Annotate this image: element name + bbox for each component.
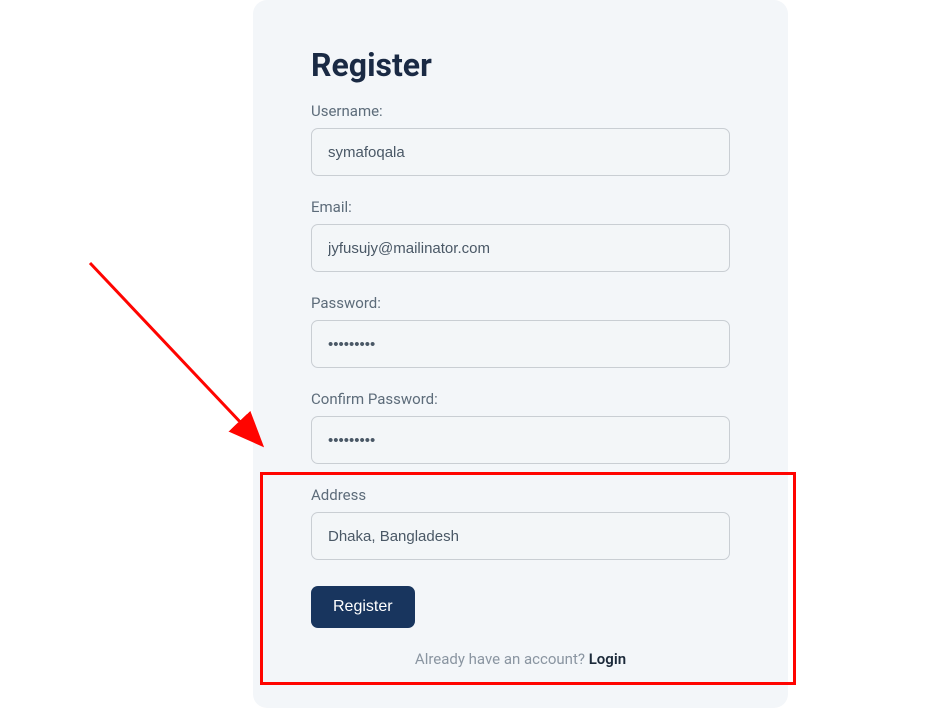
password-input[interactable] [311,320,730,368]
email-label: Email: [311,198,730,216]
register-button[interactable]: Register [311,586,415,628]
footer-text: Already have an account? Login [311,650,730,668]
confirm-password-label: Confirm Password: [311,390,730,408]
email-input[interactable] [311,224,730,272]
confirm-password-group: Confirm Password: [311,390,730,464]
address-input[interactable] [311,512,730,560]
annotation-arrow [80,253,280,463]
address-label: Address [311,486,730,504]
username-label: Username: [311,102,730,120]
footer-message: Already have an account? [415,650,589,668]
login-link[interactable]: Login [589,650,626,668]
confirm-password-input[interactable] [311,416,730,464]
username-group: Username: [311,102,730,176]
username-input[interactable] [311,128,730,176]
page-title: Register [311,46,730,84]
register-form-card: Register Username: Email: Password: Conf… [253,0,788,708]
email-group: Email: [311,198,730,272]
password-label: Password: [311,294,730,312]
password-group: Password: [311,294,730,368]
address-group: Address [311,486,730,560]
